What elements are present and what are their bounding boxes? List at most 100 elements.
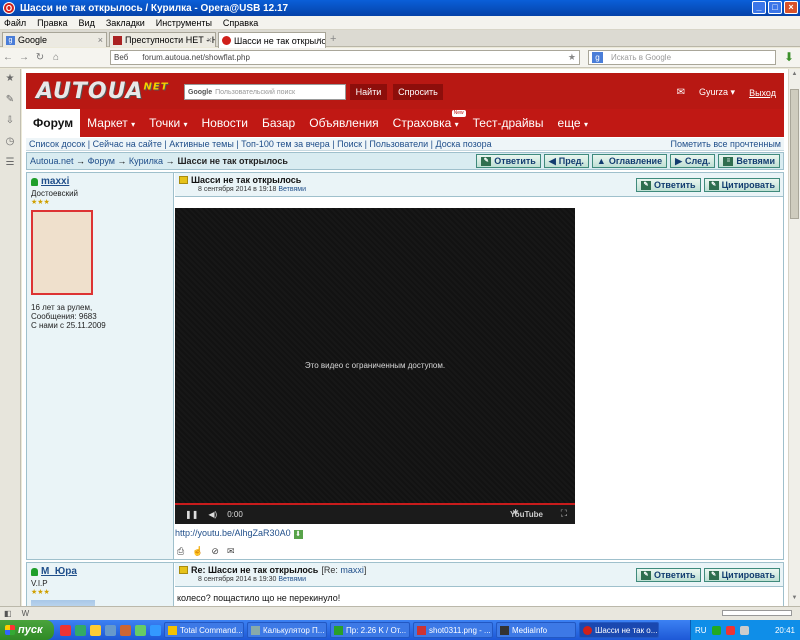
mark-all-read-link[interactable]: Пометить все прочтенным xyxy=(670,139,781,149)
link-search[interactable]: Поиск xyxy=(337,139,362,149)
task-total-commander[interactable]: Total Command... xyxy=(164,622,244,638)
menu-view[interactable]: Вид xyxy=(79,18,95,28)
bookmark-star-icon[interactable]: ★ xyxy=(568,52,576,63)
ask-button[interactable]: Спросить xyxy=(393,84,443,100)
scrollbar-thumb[interactable] xyxy=(790,89,799,219)
wikipedia-icon[interactable]: W xyxy=(22,609,30,618)
bookmarks-panel-icon[interactable]: ★ xyxy=(5,73,16,84)
menu-edit[interactable]: Правка xyxy=(37,18,67,28)
crumb-site[interactable]: Autoua.net xyxy=(30,156,74,166)
search-field[interactable]: g Искать в Google xyxy=(588,50,776,65)
reply-button[interactable]: ✎ Ответить xyxy=(636,178,701,192)
author-name[interactable]: M_Юра xyxy=(31,566,169,577)
next-button[interactable]: ▶ След. xyxy=(670,154,716,168)
link-top100[interactable]: Топ-100 тем за вчера xyxy=(241,139,330,149)
menu-help[interactable]: Справка xyxy=(223,18,258,28)
site-logo[interactable]: AUTOUANET xyxy=(36,79,169,104)
find-button[interactable]: Найти xyxy=(350,84,387,100)
maximize-button[interactable]: □ xyxy=(768,1,782,14)
link-users[interactable]: Пользователи xyxy=(369,139,428,149)
tab-crime[interactable]: Преступности НЕТ - Но... × xyxy=(109,32,216,47)
print-icon[interactable]: ⎙ xyxy=(177,546,184,557)
scroll-down-icon[interactable]: ▼ xyxy=(790,595,799,604)
close-button[interactable]: × xyxy=(784,1,798,14)
desktop-launch-icon[interactable] xyxy=(105,624,116,636)
nav-test-drives[interactable]: Тест-драйвы xyxy=(466,109,551,137)
zoom-slider[interactable] xyxy=(722,610,792,616)
home-icon[interactable]: ⌂ xyxy=(48,52,64,63)
start-button[interactable]: пуск xyxy=(0,620,54,640)
forward-icon[interactable]: → xyxy=(16,52,32,63)
threads-link[interactable]: Ветвями xyxy=(278,576,306,583)
pause-icon[interactable]: ❚❚ xyxy=(185,510,198,519)
task-opera[interactable]: Шасси не так о... xyxy=(579,622,659,638)
language-indicator[interactable]: RU xyxy=(695,626,707,635)
reply-to-user-link[interactable]: maxxi xyxy=(340,565,364,575)
reply-button[interactable]: ✎ Ответить xyxy=(476,154,541,168)
email-post-icon[interactable]: ✉ xyxy=(227,546,235,557)
task-calculator[interactable]: Калькулятор П... xyxy=(247,622,327,638)
nav-forum[interactable]: Форум xyxy=(26,109,81,137)
link-shame-board[interactable]: Доска позора xyxy=(436,139,492,149)
tab-close-icon[interactable]: × xyxy=(317,35,322,45)
nav-bazaar[interactable]: Базар xyxy=(255,109,302,137)
index-button[interactable]: ▲ Оглавление xyxy=(591,154,668,168)
chrome-launch-icon[interactable] xyxy=(135,624,146,636)
quote-button[interactable]: ✎ Цитировать xyxy=(703,568,780,582)
nav-more[interactable]: еще ▾ xyxy=(551,109,595,137)
threaded-button[interactable]: ≡ Ветвями xyxy=(718,154,780,168)
page-scrollbar[interactable]: ▲ ▼ xyxy=(788,69,800,606)
youtube-link[interactable]: http://youtu.be/AlhgZaR30A0 ⬇ xyxy=(175,528,303,539)
tray-volume-icon[interactable] xyxy=(739,625,749,635)
youtube-logo[interactable]: YouTube xyxy=(510,510,543,519)
opera-launch-icon[interactable] xyxy=(60,624,71,636)
notes-panel-icon[interactable]: ✎ xyxy=(5,94,16,105)
nav-insurance[interactable]: Страховка ▾ New xyxy=(386,109,466,137)
new-tab-icon[interactable]: + xyxy=(330,33,336,45)
tab-close-icon[interactable]: × xyxy=(98,35,103,45)
download-arrow-icon[interactable]: ⬇ xyxy=(293,530,303,539)
tab-close-icon[interactable]: × xyxy=(207,35,212,45)
link-online-now[interactable]: Сейчас на сайте xyxy=(93,139,162,149)
task-mediainfo[interactable]: MediaInfo xyxy=(496,622,576,638)
tab-current-thread[interactable]: Шасси не так открылось... × xyxy=(218,32,326,48)
tray-app-icon[interactable] xyxy=(711,625,721,635)
tray-antivirus-icon[interactable] xyxy=(725,625,735,635)
history-panel-icon[interactable]: ◷ xyxy=(5,136,16,147)
crumb-forum[interactable]: Форум xyxy=(88,156,115,166)
nav-news[interactable]: Новости xyxy=(195,109,255,137)
links-panel-icon[interactable]: ☰ xyxy=(5,157,16,168)
threads-link[interactable]: Ветвями xyxy=(278,186,306,193)
downloads-panel-icon[interactable]: ⇩ xyxy=(5,115,16,126)
tab-google[interactable]: g Google × xyxy=(2,32,107,47)
task-download[interactable]: Пр: 2.26 K / От... xyxy=(330,622,410,638)
author-name[interactable]: maxxi xyxy=(31,176,169,187)
nav-points[interactable]: Точки ▾ xyxy=(142,109,194,137)
task-image-viewer[interactable]: shot0311.png - ... xyxy=(413,622,493,638)
download-icon[interactable]: ⬇ xyxy=(784,50,794,64)
minimize-button[interactable]: _ xyxy=(752,1,766,14)
crumb-smoking-room[interactable]: Курилка xyxy=(129,156,163,166)
folder-launch-icon[interactable] xyxy=(90,624,101,636)
google-custom-search-input[interactable]: Google Пользовательский поиск xyxy=(184,84,346,100)
scroll-up-icon[interactable]: ▲ xyxy=(790,71,799,80)
app-launch-icon[interactable] xyxy=(75,624,86,636)
reply-button[interactable]: ✎ Ответить xyxy=(636,568,701,582)
menu-tools[interactable]: Инструменты xyxy=(156,18,212,28)
ignore-icon[interactable]: ⊘ xyxy=(211,546,219,557)
youtube-video-player[interactable]: Это видео с ограниченным доступом. ❚❚ ◀)… xyxy=(175,208,575,524)
link-active-topics[interactable]: Активные темы xyxy=(169,139,234,149)
media-launch-icon[interactable] xyxy=(120,624,131,636)
fullscreen-icon[interactable]: ⛶ xyxy=(561,508,567,519)
username-link[interactable]: Gyurza ▾ xyxy=(699,87,735,98)
url-field[interactable]: Веб forum.autoua.net/showflat.php ★ xyxy=(110,50,580,65)
mail-icon[interactable]: ✉ xyxy=(677,87,685,98)
menu-bookmarks[interactable]: Закладки xyxy=(106,18,145,28)
reload-icon[interactable]: ↻ xyxy=(32,52,48,63)
volume-icon[interactable]: ◀) xyxy=(208,510,217,519)
logout-link[interactable]: Выход xyxy=(749,88,776,98)
notify-icon[interactable]: ☝ xyxy=(192,546,203,557)
link-board-list[interactable]: Список досок xyxy=(29,139,85,149)
ie-launch-icon[interactable] xyxy=(150,624,161,636)
panel-toggle-icon[interactable]: ◧ xyxy=(4,609,12,618)
